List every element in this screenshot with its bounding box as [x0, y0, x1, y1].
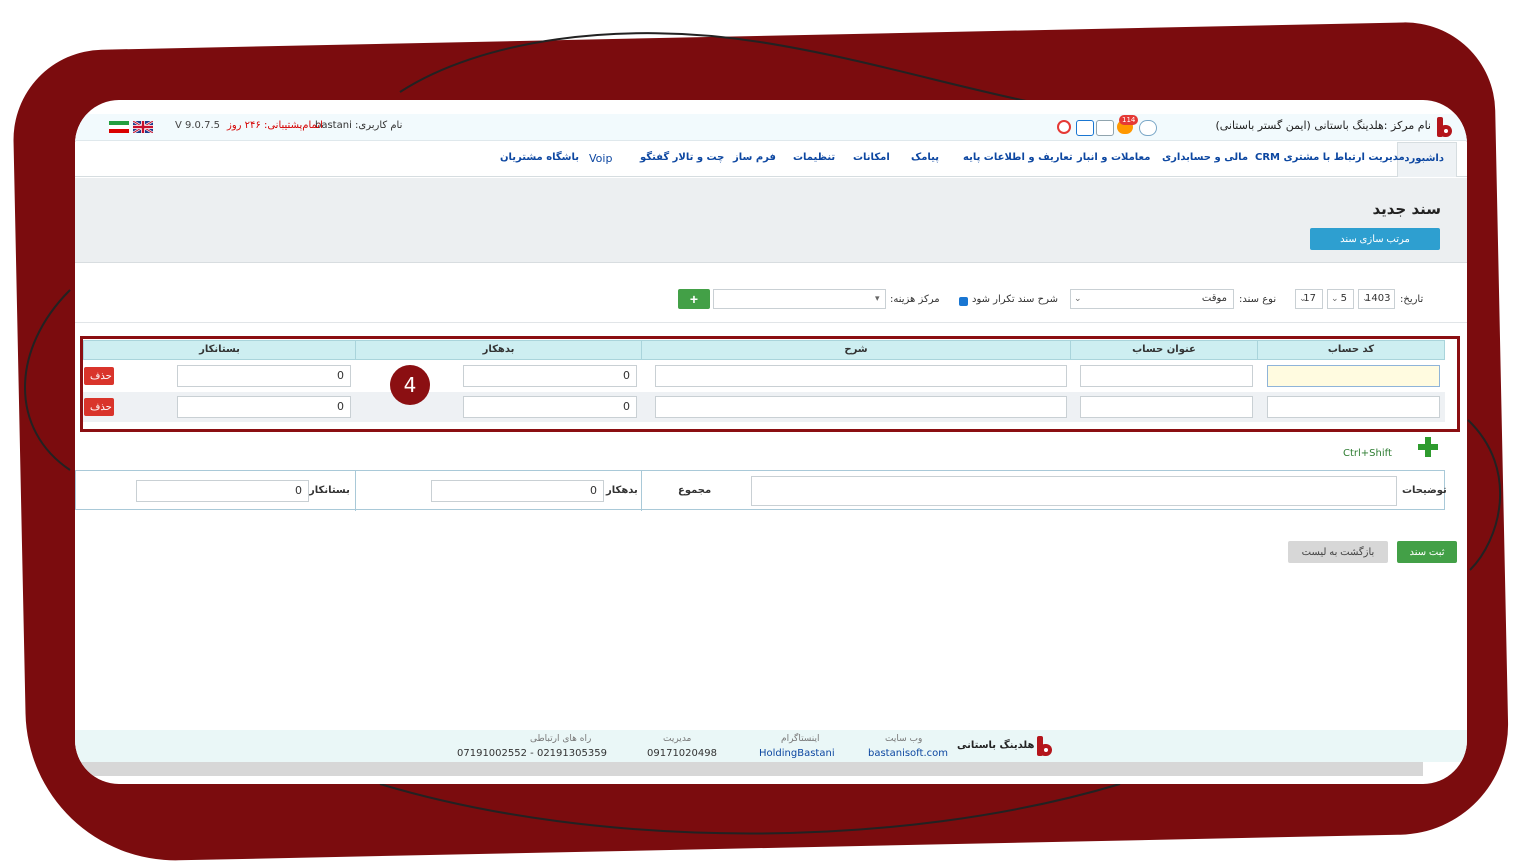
power-icon[interactable]	[1057, 120, 1071, 134]
notes-input[interactable]	[751, 476, 1397, 506]
sum-label: مجموع	[678, 485, 712, 496]
chat-icon[interactable]	[1139, 120, 1157, 136]
chevron-down-icon: ⌄	[1362, 294, 1370, 304]
task-check-icon[interactable]	[1076, 120, 1094, 136]
instagram-link[interactable]: HoldingBastani	[759, 748, 835, 759]
chevron-down-icon: ⌄	[1331, 294, 1339, 304]
highlight-frame	[80, 336, 1460, 432]
horizontal-scrollbar[interactable]	[75, 762, 1423, 776]
doc-type-select[interactable]: موقت	[1070, 289, 1234, 309]
support-expiry: اتمام‌پشتیبانی: ۲۴۶ روز	[227, 120, 323, 131]
uk-flag-icon[interactable]	[133, 121, 153, 133]
page-header: سند جدید مرتب سازی سند	[75, 178, 1467, 263]
total-credit-value: 0	[136, 480, 309, 502]
total-credit-label: بستانکار	[309, 485, 350, 496]
nav-item-dashboard[interactable]: داشبورد	[1397, 142, 1457, 177]
username-label: نام کاربری: bastani	[315, 120, 403, 131]
nav-item-trade-inventory[interactable]: معاملات و انبار	[1077, 152, 1150, 163]
nav-item-customer-club[interactable]: باشگاه مشتریان	[500, 152, 579, 163]
repeat-description-label: شرح سند تکرار شود	[972, 294, 1058, 305]
save-document-button[interactable]: ثبت سند	[1397, 541, 1457, 563]
sort-document-button[interactable]: مرتب سازی سند	[1310, 228, 1440, 250]
cost-center-label: مرکز هزینه:	[890, 294, 940, 305]
total-debit-label: بدهکار	[606, 485, 638, 496]
contact-phones: 07191002552 - 02191305359	[457, 748, 607, 759]
nav-item-form-builder[interactable]: فرم ساز	[733, 152, 776, 163]
footer-brand: هلدینگ باستانی	[957, 740, 1035, 751]
date-label: تاریخ:	[1400, 294, 1424, 305]
notes-label: توضیحات	[1402, 485, 1447, 496]
step-number-badge: 4	[390, 365, 430, 405]
footer: هلدینگ باستانی وب سایت bastanisoft.com ا…	[75, 730, 1467, 776]
nav-item-finance[interactable]: مالی و حسابداری	[1162, 152, 1248, 163]
center-name: نام مرکز :هلدینگ باستانی (ایمن گستر باست…	[1215, 119, 1431, 132]
brand-logo-icon	[1037, 736, 1053, 756]
add-row-shortcut: Ctrl+Shift	[1343, 448, 1392, 459]
management-caption: مدیریت	[663, 734, 692, 744]
nav-item-base-definitions[interactable]: تعاریف و اطلاعات پایه	[963, 152, 1073, 163]
page-title: سند جدید	[1372, 200, 1441, 218]
contact-caption: راه های ارتباطی	[530, 734, 592, 744]
website-link[interactable]: bastanisoft.com	[868, 748, 948, 759]
app-screen: نام مرکز :هلدینگ باستانی (ایمن گستر باست…	[75, 100, 1467, 784]
top-bar: نام مرکز :هلدینگ باستانی (ایمن گستر باست…	[75, 114, 1467, 141]
back-to-list-button[interactable]: بازگشت به لیست	[1288, 541, 1388, 563]
chevron-down-icon: ⌄	[1074, 294, 1082, 304]
version-label: V 9.0.7.5	[175, 120, 221, 131]
main-nav: داشبورد مدیریت ارتباط با مشتری CRM مالی …	[75, 142, 1467, 177]
nav-item-crm[interactable]: مدیریت ارتباط با مشتری CRM	[1255, 152, 1405, 163]
management-phone: 09171020498	[647, 748, 717, 759]
calendar-icon[interactable]	[1096, 120, 1114, 136]
chevron-down-icon: ⌄	[1299, 294, 1307, 304]
add-cost-center-button[interactable]: +	[678, 289, 710, 309]
nav-item-voip[interactable]: Voip	[589, 152, 612, 165]
add-row-icon[interactable]	[1418, 437, 1438, 457]
brand-logo-icon	[1437, 117, 1453, 137]
doc-type-label: نوع سند:	[1239, 294, 1277, 305]
website-caption: وب سایت	[885, 734, 923, 744]
notification-badge: 114	[1119, 115, 1139, 125]
nav-item-features[interactable]: امکانات	[853, 152, 890, 163]
nav-item-sms[interactable]: پیامک	[911, 152, 939, 163]
nav-item-chat-forum[interactable]: چت و تالار گفتگو	[640, 152, 724, 163]
cost-center-select[interactable]	[713, 289, 886, 309]
instagram-caption: اینستاگرام	[781, 734, 820, 744]
chevron-down-icon: ▾	[875, 294, 880, 304]
iran-flag-icon[interactable]	[109, 121, 129, 133]
nav-item-settings[interactable]: تنظیمات	[793, 152, 835, 163]
totals-bar: توضیحات مجموع بدهکار 0 بستانکار 0	[75, 470, 1447, 511]
repeat-description-checkbox[interactable]	[959, 297, 968, 306]
total-debit-value: 0	[431, 480, 604, 502]
